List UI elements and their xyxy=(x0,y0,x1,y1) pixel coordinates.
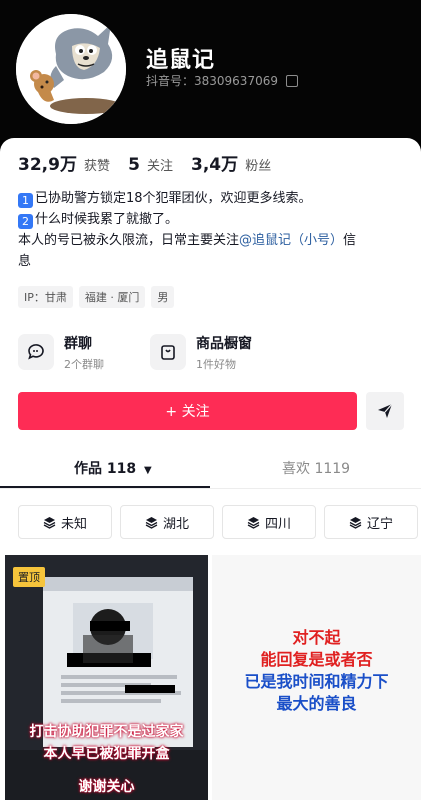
send-icon xyxy=(378,403,393,418)
video-1-scene xyxy=(5,555,208,800)
layers-icon xyxy=(145,516,158,529)
stat-followers-label: 粉丝 xyxy=(245,159,272,174)
video-1-caption-3: 谢谢关心 xyxy=(78,779,135,795)
stat-following-label: 关注 xyxy=(147,159,174,174)
stat-following-value: 5 xyxy=(128,155,140,175)
filter-hubei-label: 湖北 xyxy=(162,516,189,532)
filter-liaoning[interactable]: 辽宁 xyxy=(324,505,418,539)
bio: 1 已协助警方锁定18个犯罪团伙，欢迎更多线索。 2 什么时候我累了就撤了。 本人的… xyxy=(18,188,406,272)
video-thumbnail-2[interactable]: 对不起 能回复是或者否 已是我时间和精力下 最大的善良 xyxy=(212,555,421,800)
tab-divider xyxy=(0,488,421,489)
stat-followers[interactable]: 3,4万 粉丝 xyxy=(191,150,277,175)
bio-line-3-suffix: 信 xyxy=(343,233,357,248)
copy-icon[interactable] xyxy=(285,74,298,87)
avatar[interactable] xyxy=(16,14,126,124)
pinned-badge: 置顶 xyxy=(13,567,45,587)
shopping-bag-icon xyxy=(150,334,186,370)
filter-unknown[interactable]: 未知 xyxy=(18,505,112,539)
bio-line-2: 2 什么时候我累了就撤了。 xyxy=(18,209,406,230)
shop-entry[interactable]: 商品橱窗 1件好物 xyxy=(150,330,252,374)
filter-hubei[interactable]: 湖北 xyxy=(120,505,214,539)
filter-unknown-label: 未知 xyxy=(60,516,87,532)
tab-works-label: 作品 118 xyxy=(74,461,137,477)
stat-likes-label: 获赞 xyxy=(84,159,111,174)
chat-bubble-icon xyxy=(18,334,54,370)
video-2-caption-4: 最大的善良 xyxy=(276,694,357,713)
shop-title: 商品橱窗 xyxy=(196,335,252,352)
profile-tags: IP：甘肃 福建 · 厦门 男 xyxy=(18,286,175,308)
group-chat-title: 群聊 xyxy=(64,335,92,352)
number-one-badge: 1 xyxy=(18,193,33,208)
location-tag: 福建 · 厦门 xyxy=(78,286,146,308)
stats-row: 32,9万 获赞 5 关注 3,4万 粉丝 xyxy=(18,150,277,175)
bio-line-1-text: 已协助警方锁定18个犯罪团伙，欢迎更多线索。 xyxy=(35,191,312,206)
layers-icon xyxy=(349,516,362,529)
stat-likes[interactable]: 32,9万 获赞 xyxy=(18,150,116,175)
tab-likes[interactable]: 喜欢 1119 xyxy=(282,458,350,478)
profile-page: 追鼠记 抖音号：38309637069 32,9万 获赞 5 关注 3,4万 粉… xyxy=(0,0,421,800)
group-chat-entry[interactable]: 群聊 2个群聊 xyxy=(18,330,104,374)
bio-line-4: 息 xyxy=(18,254,32,269)
group-chat-subtitle: 2个群聊 xyxy=(64,357,104,371)
video-1-caption-1: 打击协助犯罪不是过家家 xyxy=(29,724,184,740)
bio-mention-link[interactable]: @追鼠记（小号） xyxy=(239,233,343,248)
bio-line-3-text: 本人的号已被永久限流，日常主要关注 xyxy=(18,233,240,248)
stat-following[interactable]: 5 关注 xyxy=(128,155,179,175)
cartoon-avatar-icon xyxy=(16,14,126,124)
gender-tag: 男 xyxy=(151,286,175,308)
caret-down-icon: ▼ xyxy=(143,465,152,476)
video-2-caption-1: 对不起 xyxy=(292,628,341,647)
follow-button-label: + 关注 xyxy=(165,404,210,420)
tab-works[interactable]: 作品 118 ▼ xyxy=(74,458,152,478)
layers-icon xyxy=(247,516,260,529)
video-2-caption-2: 能回复是或者否 xyxy=(260,650,373,669)
video-thumbnail-1[interactable]: 置顶 打击协助犯罪不是过家家 本人早已被犯罪开盒 谢谢关心 xyxy=(5,555,208,800)
douyin-id: 抖音号：38309637069 xyxy=(146,74,278,88)
stat-likes-value: 32,9万 xyxy=(18,155,77,175)
video-2-caption-3: 已是我时间和精力下 xyxy=(244,672,389,691)
layers-icon xyxy=(43,516,56,529)
shop-subtitle: 1件好物 xyxy=(196,357,236,371)
number-two-badge: 2 xyxy=(18,214,33,229)
ip-tag: IP：甘肃 xyxy=(18,286,73,308)
follow-button[interactable]: + 关注 xyxy=(18,392,357,430)
share-button[interactable] xyxy=(366,392,404,430)
stat-followers-value: 3,4万 xyxy=(191,155,239,175)
filter-sichuan-label: 四川 xyxy=(264,516,291,532)
bio-line-2-text: 什么时候我累了就撤了。 xyxy=(35,212,179,227)
bio-line-1: 1 已协助警方锁定18个犯罪团伙，欢迎更多线索。 xyxy=(18,188,406,209)
profile-header: 追鼠记 抖音号：38309637069 xyxy=(0,0,421,140)
bio-line-3: 本人的号已被永久限流，日常主要关注@追鼠记（小号）信 xyxy=(18,230,406,251)
filter-liaoning-label: 辽宁 xyxy=(366,516,393,532)
profile-name: 追鼠记 xyxy=(146,48,216,73)
video-1-caption-2: 本人早已被犯罪开盒 xyxy=(43,746,170,762)
filter-sichuan[interactable]: 四川 xyxy=(222,505,316,539)
douyin-id-row[interactable]: 抖音号：38309637069 xyxy=(146,72,298,89)
